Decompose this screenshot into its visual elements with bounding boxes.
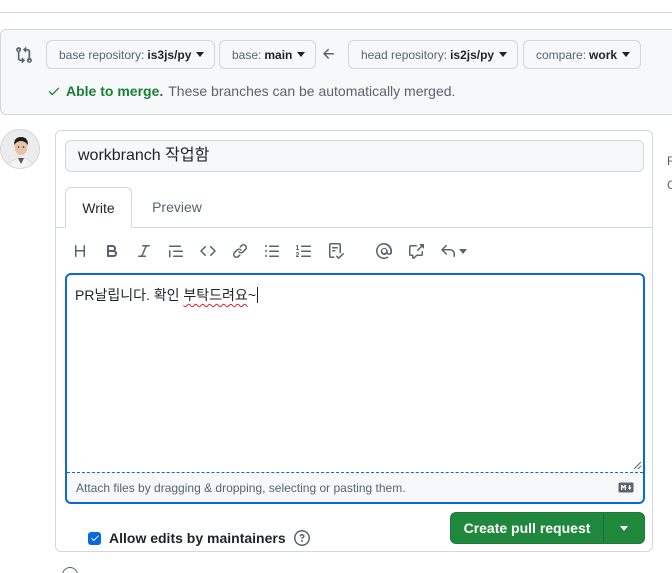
chevron-down-icon [622, 52, 631, 57]
create-pull-request-button-group: Create pull request [450, 512, 645, 544]
merge-status: Able to merge. These branches can be aut… [47, 83, 455, 99]
head-repository-select[interactable]: head repository: is2js/py [348, 40, 519, 69]
base-repository-value: is3js/py [147, 47, 192, 62]
avatar-image [1, 130, 39, 168]
resize-handle-icon[interactable] [633, 461, 642, 470]
markdown-toolbar [65, 239, 485, 263]
base-branch-value: main [264, 47, 293, 62]
body-textarea[interactable]: PR날립니다. 확인 부탁드려요~ Attach files by draggi… [65, 273, 645, 504]
unordered-list-icon[interactable] [260, 239, 284, 263]
head-repository-value: is2js/py [450, 47, 495, 62]
title-input[interactable]: workbranch 작업함 [65, 140, 644, 172]
allow-edits-row: Allow edits by maintainers [88, 530, 310, 546]
allow-edits-checkbox[interactable] [88, 531, 101, 545]
body-text-misspelled: 부탁드려요 [183, 287, 248, 303]
code-icon[interactable] [196, 239, 220, 263]
compare-branch-value: work [589, 47, 618, 62]
quote-icon[interactable] [164, 239, 188, 263]
mention-icon[interactable] [372, 239, 396, 263]
task-list-icon[interactable] [324, 239, 348, 263]
compare-branch-select[interactable]: compare: work [523, 40, 642, 69]
body-text-plain: PR날립니다. 확인 [75, 287, 184, 303]
base-repository-label: base repository: [59, 47, 145, 62]
pull-request-form: workbranch 작업함 Write Preview PR날립니다. 확인 … [55, 130, 653, 552]
base-branch-select[interactable]: base: main [219, 40, 317, 69]
avatar[interactable] [0, 129, 40, 169]
chevron-down-icon [196, 52, 205, 57]
chevron-down-icon [620, 525, 628, 531]
compare-bar: base repository: is3js/py base: main hea… [0, 29, 672, 115]
chevron-down-icon [499, 52, 508, 57]
italic-icon[interactable] [132, 239, 156, 263]
merge-status-ok: Able to merge. [66, 83, 164, 99]
ordered-list-icon[interactable] [292, 239, 316, 263]
bold-icon[interactable] [100, 239, 124, 263]
merge-status-text: These branches can be automatically merg… [168, 83, 456, 99]
status-circle-icon [62, 567, 78, 573]
body-text-tail: ~ [247, 287, 256, 303]
base-branch-label: base: [232, 47, 262, 62]
check-icon [48, 87, 60, 96]
question-icon[interactable] [293, 530, 310, 546]
attach-hint: Attach files by dragging & dropping, sel… [76, 481, 406, 495]
cross-reference-icon[interactable] [404, 239, 428, 263]
chevron-down-icon [297, 52, 306, 57]
sidebar-clip: RC [667, 154, 672, 192]
tab-write[interactable]: Write [65, 187, 132, 228]
text-cursor [257, 287, 258, 303]
compare-branch-label: compare: [536, 47, 587, 62]
body-text: PR날립니다. 확인 부탁드려요~ [75, 285, 258, 305]
arrow-left-icon [323, 48, 334, 59]
chevron-down-icon [459, 248, 467, 254]
git-compare-icon [16, 46, 32, 64]
head-repository-label: head repository: [361, 47, 448, 62]
create-options-dropdown[interactable] [604, 513, 644, 543]
link-icon[interactable] [228, 239, 252, 263]
markdown-icon[interactable] [618, 482, 634, 493]
allow-edits-label[interactable]: Allow edits by maintainers [109, 530, 286, 546]
tab-preview[interactable]: Preview [136, 187, 218, 228]
saved-replies-icon[interactable] [436, 239, 472, 263]
create-pull-request-button[interactable]: Create pull request [451, 513, 604, 543]
file-attachment-bar[interactable]: Attach files by dragging & dropping, sel… [67, 473, 643, 502]
top-divider [0, 12, 672, 13]
base-repository-select[interactable]: base repository: is3js/py [46, 40, 216, 69]
checkmark-icon [90, 535, 99, 541]
heading-icon[interactable] [68, 239, 92, 263]
